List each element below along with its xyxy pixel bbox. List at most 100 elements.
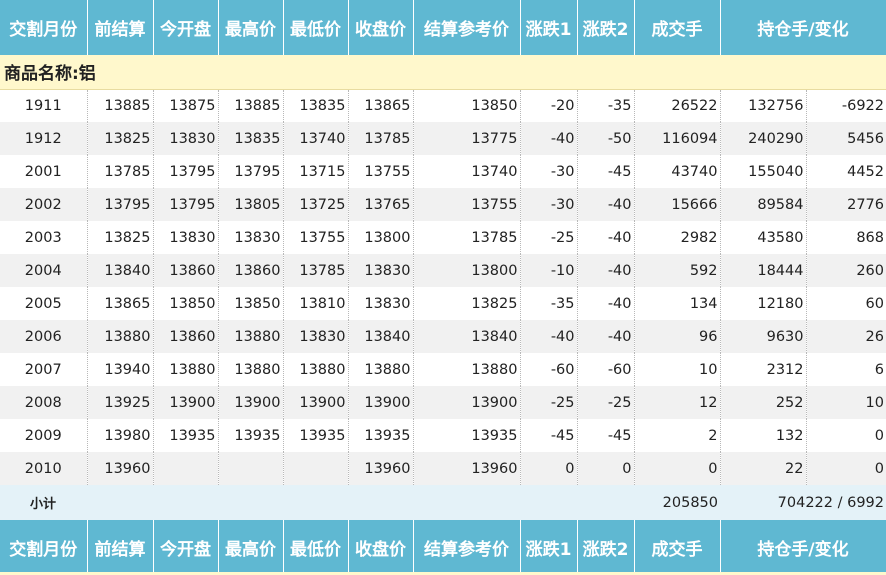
subtotal-empty — [87, 485, 634, 520]
table-header-row-repeat: 交割月份 前结算 今开盘 最高价 最低价 收盘价 结算参考价 涨跌1 涨跌2 成交手 持仓手/变化 — [0, 520, 886, 575]
table-cell: -60 — [520, 353, 578, 386]
table-cell: 13830 — [283, 320, 349, 353]
header-repeat-col-9[interactable]: 成交手 — [634, 520, 721, 575]
table-cell: 13880 — [153, 353, 219, 386]
header-col-2[interactable]: 今开盘 — [153, 0, 219, 55]
header-col-8[interactable]: 涨跌2 — [577, 0, 635, 55]
table-cell: -40 — [520, 122, 578, 155]
table-cell: 12180 — [720, 287, 807, 320]
header-col-7[interactable]: 涨跌1 — [520, 0, 578, 55]
subtotal-label: 小计 — [0, 485, 87, 520]
table-cell: 13825 — [87, 122, 154, 155]
header-repeat-col-1[interactable]: 前结算 — [87, 520, 154, 575]
table-cell: -60 — [577, 353, 635, 386]
header-repeat-col-4[interactable]: 最低价 — [283, 520, 349, 575]
table-cell: 13900 — [413, 386, 521, 419]
table-cell: 13885 — [218, 89, 284, 122]
futures-table: 交割月份 前结算 今开盘 最高价 最低价 收盘价 结算参考价 涨跌1 涨跌2 成交手 持仓手/变化 … — [0, 0, 886, 575]
header-col-1[interactable]: 前结算 — [87, 0, 154, 55]
table-cell: 13785 — [413, 221, 521, 254]
subtotal-open-interest: 704222 / 6992 — [720, 485, 886, 520]
table-cell: 13795 — [153, 155, 219, 188]
table-cell: 240290 — [720, 122, 807, 155]
header-repeat-col-5[interactable]: 收盘价 — [348, 520, 414, 575]
table-cell: 6 — [806, 353, 886, 386]
table-cell: 0 — [634, 452, 721, 485]
table-cell: -35 — [577, 89, 635, 122]
table-cell — [153, 452, 219, 485]
table-cell: -40 — [577, 287, 635, 320]
table-cell: 13830 — [153, 122, 219, 155]
table-cell: 2776 — [806, 188, 886, 221]
table-cell: 13935 — [218, 419, 284, 452]
table-cell: -40 — [577, 320, 635, 353]
table-cell: 13775 — [413, 122, 521, 155]
header-repeat-col-6[interactable]: 结算参考价 — [413, 520, 521, 575]
table-cell: 13885 — [87, 89, 154, 122]
table-cell: 2007 — [0, 353, 88, 386]
table-cell: 13980 — [87, 419, 154, 452]
header-repeat-col-7[interactable]: 涨跌1 — [520, 520, 578, 575]
table-cell: 22 — [720, 452, 807, 485]
table-cell: 13900 — [348, 386, 414, 419]
table-cell: 13900 — [153, 386, 219, 419]
table-cell: 13850 — [153, 287, 219, 320]
table-cell: 13880 — [283, 353, 349, 386]
table-cell: 13960 — [348, 452, 414, 485]
table-cell: 13755 — [283, 221, 349, 254]
table-cell: 13785 — [283, 254, 349, 287]
table-cell: 13740 — [283, 122, 349, 155]
table-cell: 13900 — [283, 386, 349, 419]
table-cell: 2005 — [0, 287, 88, 320]
table-cell: 13935 — [153, 419, 219, 452]
table-cell: 18444 — [720, 254, 807, 287]
table-cell: 13925 — [87, 386, 154, 419]
table-cell: 13800 — [348, 221, 414, 254]
table-cell: 2009 — [0, 419, 88, 452]
table-cell: 0 — [806, 452, 886, 485]
table-cell: -25 — [520, 221, 578, 254]
header-col-6[interactable]: 结算参考价 — [413, 0, 521, 55]
table-cell: -45 — [577, 419, 635, 452]
table-cell: 89584 — [720, 188, 807, 221]
table-cell: 13830 — [348, 287, 414, 320]
table-cell: 252 — [720, 386, 807, 419]
header-col-4[interactable]: 最低价 — [283, 0, 349, 55]
header-repeat-col-2[interactable]: 今开盘 — [153, 520, 219, 575]
table-cell: 13865 — [87, 287, 154, 320]
table-cell: 155040 — [720, 155, 807, 188]
table-cell: 13785 — [87, 155, 154, 188]
table-cell: 13940 — [87, 353, 154, 386]
table-cell: 0 — [520, 452, 578, 485]
table-cell: 2001 — [0, 155, 88, 188]
table-cell: 13830 — [218, 221, 284, 254]
header-col-0[interactable]: 交割月份 — [0, 0, 88, 55]
table-cell: 60 — [806, 287, 886, 320]
header-col-10[interactable]: 持仓手/变化 — [720, 0, 886, 55]
table-cell: 13755 — [413, 188, 521, 221]
table-cell: 10 — [806, 386, 886, 419]
header-repeat-col-0[interactable]: 交割月份 — [0, 520, 88, 575]
header-repeat-col-10[interactable]: 持仓手/变化 — [720, 520, 886, 575]
table-cell: 13810 — [283, 287, 349, 320]
header-col-9[interactable]: 成交手 — [634, 0, 721, 55]
table-cell: 4452 — [806, 155, 886, 188]
header-repeat-col-8[interactable]: 涨跌2 — [577, 520, 635, 575]
table-cell: 13935 — [413, 419, 521, 452]
table-cell: 12 — [634, 386, 721, 419]
table-cell: 13785 — [348, 122, 414, 155]
table-cell: -40 — [577, 188, 635, 221]
table-cell: -30 — [520, 188, 578, 221]
table-cell: -35 — [520, 287, 578, 320]
table-cell: 10 — [634, 353, 721, 386]
table-cell: -10 — [520, 254, 578, 287]
table-cell: 13880 — [413, 353, 521, 386]
table-cell: 13840 — [87, 254, 154, 287]
header-col-5[interactable]: 收盘价 — [348, 0, 414, 55]
table-cell: 26522 — [634, 89, 721, 122]
table-cell: 13875 — [153, 89, 219, 122]
table-cell: 13830 — [153, 221, 219, 254]
table-cell: 13880 — [218, 353, 284, 386]
header-repeat-col-3[interactable]: 最高价 — [218, 520, 284, 575]
header-col-3[interactable]: 最高价 — [218, 0, 284, 55]
